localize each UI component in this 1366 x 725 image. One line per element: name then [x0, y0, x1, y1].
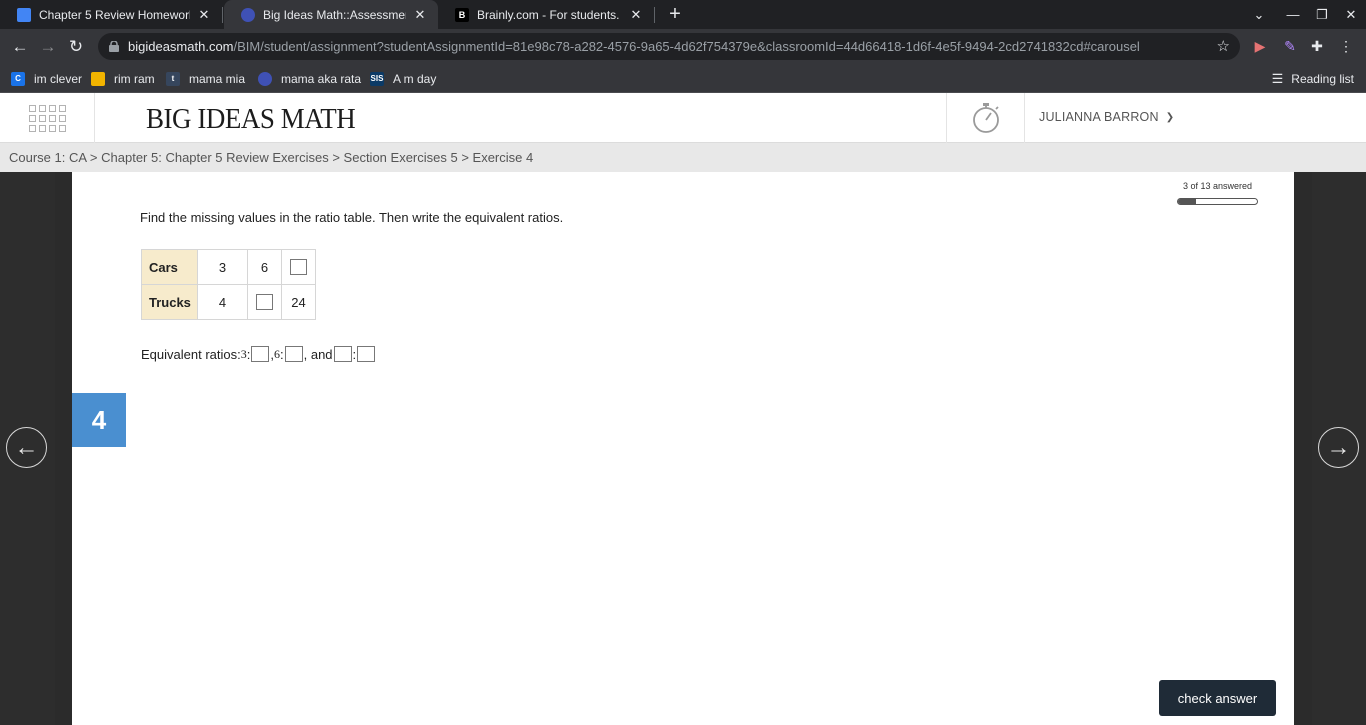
cars-value-3-cell [281, 249, 316, 285]
bookmark-label: im clever [34, 71, 83, 86]
cars-value-1: 3 [197, 249, 248, 285]
close-icon[interactable]: ✕ [628, 7, 644, 23]
brainly-favicon-icon: B [455, 7, 469, 22]
row-label-trucks: Trucks [141, 284, 198, 320]
question-number-badge: 4 [72, 393, 126, 447]
tab-title: Brainly.com - For students. By st [477, 7, 622, 22]
trucks-value-3: 24 [281, 284, 316, 320]
back-arrow-icon[interactable]: ← [8, 35, 32, 59]
big-ideas-bookmark-icon [258, 71, 272, 86]
question-card: 3 of 13 answered Find the missing values… [72, 172, 1294, 725]
bookmark-label: mama aka rata [281, 71, 362, 86]
url-text: bigideasmath.com/BIM/student/assignment?… [128, 39, 1140, 54]
sis-icon: SIS [370, 71, 384, 86]
bookmark-mama-mia[interactable]: t mama mia [166, 69, 245, 88]
bookmark-label: rim ram [114, 71, 155, 86]
colon: : [246, 346, 251, 362]
address-bar[interactable]: bigideasmath.com/BIM/student/assignment?… [98, 33, 1240, 60]
url-path: /BIM/student/assignment?studentAssignmen… [233, 39, 1140, 54]
equivalent-ratios-label: Equivalent ratios: [141, 346, 241, 362]
big-ideas-favicon-icon [241, 7, 255, 22]
puzzle-extensions-icon[interactable]: ✚ [1307, 36, 1327, 56]
app-header: BIG IDEAS MATH JULIANNA BARRON ❯ [0, 93, 1366, 143]
classroom-favicon-icon [17, 7, 31, 22]
user-menu[interactable]: JULIANNA BARRON ❯ [1039, 110, 1174, 124]
close-icon[interactable]: ✕ [412, 7, 428, 23]
row-label-cars: Cars [141, 249, 198, 285]
minimize-icon[interactable]: — [1278, 0, 1308, 29]
ratio-3-first-input[interactable] [333, 346, 352, 362]
question-instruction: Find the missing values in the ratio tab… [140, 210, 564, 225]
check-answer-button[interactable]: check answer [1159, 680, 1276, 716]
bookmark-label: mama mia [189, 71, 246, 86]
next-question-arrow-icon[interactable]: → [1318, 427, 1359, 468]
colon: : [279, 346, 284, 362]
tab-divider [222, 7, 223, 23]
previous-question-arrow-icon[interactable]: ← [6, 427, 47, 468]
progress-bar [1177, 198, 1258, 205]
bookmark-a-m-day[interactable]: SIS A m day [370, 69, 436, 88]
colon: : [352, 346, 357, 362]
tumblr-icon: t [166, 71, 180, 86]
table-row-trucks: Trucks 4 24 [141, 284, 316, 320]
clever-icon: C [11, 71, 25, 86]
answered-count: 3 of 13 answered [1182, 181, 1252, 191]
trucks-value-2-cell [247, 284, 282, 320]
tab-title: Big Ideas Math::Assessment [263, 7, 406, 22]
tab-brainly[interactable]: B Brainly.com - For students. By st ✕ [438, 0, 654, 29]
ratio-table: Cars 3 6 Trucks 4 24 [141, 249, 316, 320]
reading-list-label: Reading list [1291, 71, 1354, 86]
trucks-missing-value-input[interactable] [256, 294, 273, 311]
close-icon[interactable]: ✕ [196, 7, 212, 23]
breadcrumb: Course 1: CA > Chapter 5: Chapter 5 Revi… [0, 143, 1366, 172]
more-menu-icon[interactable]: ⋮ [1336, 36, 1356, 56]
bookmark-mama-aka-rata[interactable]: mama aka rata [258, 69, 361, 88]
extension-icon[interactable]: ✎ [1280, 36, 1300, 56]
browser-toolbar: ← → ↻ bigideasmath.com/BIM/student/assig… [0, 29, 1366, 64]
bookmark-label: A m day [393, 71, 437, 86]
equivalent-ratios-line: Equivalent ratios: 3 : , 6 : , and : [141, 346, 376, 362]
stopwatch-icon [972, 103, 999, 133]
forward-arrow-icon[interactable]: → [36, 35, 60, 59]
progress-fill [1178, 199, 1197, 204]
and-text: , and [303, 346, 333, 362]
table-row-cars: Cars 3 6 [141, 249, 316, 285]
bookmarks-bar: C im clever rim ram t mama mia mama aka … [0, 64, 1366, 93]
ratio-3-second-input[interactable] [357, 346, 376, 362]
apps-grid-button[interactable] [0, 93, 95, 143]
tab-title: Chapter 5 Review Homework [39, 7, 190, 22]
restore-icon[interactable]: ❐ [1307, 0, 1337, 29]
bookmark-im-clever[interactable]: C im clever [11, 69, 82, 88]
image-bookmark-icon [91, 71, 105, 86]
tab-big-ideas-math-assessment[interactable]: Big Ideas Math::Assessment ✕ [224, 0, 438, 29]
screen-recorder-extension-icon[interactable]: ▶ [1250, 36, 1270, 56]
lock-icon[interactable] [108, 41, 120, 52]
cars-missing-value-input[interactable] [290, 259, 307, 276]
tab-divider [654, 7, 655, 23]
reading-list-button[interactable]: ☰ Reading list [1272, 69, 1354, 88]
ratio-2-second-input[interactable] [284, 346, 303, 362]
window-close-icon[interactable]: ✕ [1336, 0, 1366, 29]
url-host: bigideasmath.com [128, 39, 234, 54]
big-ideas-math-logo: BIG IDEAS MATH [146, 103, 356, 135]
grid-menu-icon [28, 104, 66, 132]
reload-icon[interactable]: ↻ [64, 35, 88, 59]
reading-list-icon: ☰ [1271, 70, 1284, 86]
ratio-1-second-input[interactable] [251, 346, 270, 362]
bookmark-star-icon[interactable]: ☆ [1217, 37, 1230, 55]
tab-search-chevron-icon[interactable]: ⌄ [1244, 0, 1274, 29]
timer-button[interactable] [946, 93, 1025, 143]
bookmark-rim-ram[interactable]: rim ram [91, 69, 155, 88]
browser-tab-strip: Chapter 5 Review Homework ✕ Big Ideas Ma… [0, 0, 1366, 29]
tab-chapter-5-review-homework[interactable]: Chapter 5 Review Homework ✕ [0, 0, 222, 29]
user-name: JULIANNA BARRON [1039, 110, 1159, 124]
trucks-value-1: 4 [197, 284, 248, 320]
cars-value-2: 6 [247, 249, 282, 285]
new-tab-plus-icon[interactable]: + [664, 3, 686, 25]
chevron-down-icon: ❯ [1165, 111, 1175, 123]
